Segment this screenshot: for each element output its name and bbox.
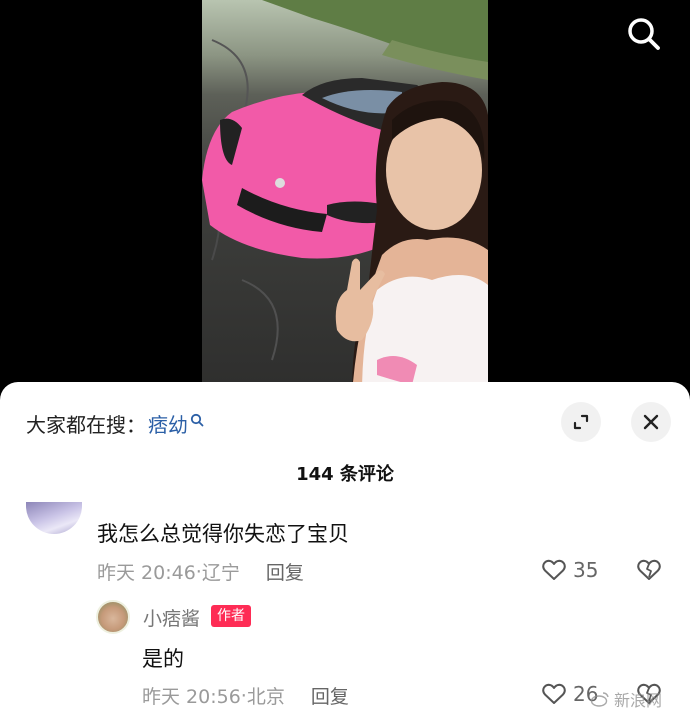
heart-icon [542, 683, 566, 704]
watermark: 新浪网 [590, 687, 662, 711]
comment-text[interactable]: 我怎么总觉得你失恋了宝贝 [97, 518, 349, 548]
expand-button[interactable] [561, 402, 601, 442]
comment-sheet: 大家都在搜： 痞幼 144 条评论 我怎么总觉得你失恋了宝贝 昨天 20:46 … [0, 382, 690, 722]
weibo-logo-icon [590, 692, 609, 707]
suggested-search[interactable]: 大家都在搜： 痞幼 [26, 409, 204, 438]
broken-heart-icon [637, 559, 661, 580]
reply-button[interactable]: 回复 [266, 558, 304, 585]
suggested-search-prefix: 大家都在搜： [26, 413, 146, 437]
reply-button[interactable]: 回复 [311, 682, 349, 709]
reply-username[interactable]: 小痞酱 [143, 604, 200, 631]
commenter-avatar[interactable] [26, 502, 82, 534]
author-badge: 作者 [211, 605, 251, 627]
mini-search-icon [190, 413, 204, 426]
comment-time: 昨天 20:46 [97, 562, 196, 584]
expand-icon [573, 414, 589, 430]
video-area[interactable] [0, 0, 690, 395]
dislike-button[interactable] [636, 558, 662, 586]
comment-location: 辽宁 [201, 562, 240, 584]
comment-count: 144 条评论 [296, 464, 394, 485]
comment-meta: 昨天 20:46 · 辽宁 回复 [97, 558, 304, 585]
heart-icon [542, 559, 566, 580]
search-button[interactable] [620, 12, 668, 56]
reply-text[interactable]: 是的 [142, 643, 184, 673]
video-frame[interactable] [202, 0, 488, 395]
like-count: 35 [573, 558, 599, 582]
reply-meta: 昨天 20:56 · 北京 回复 [142, 682, 349, 709]
watermark-text: 新浪网 [614, 691, 663, 710]
close-icon [643, 414, 659, 430]
like-button[interactable]: 35 [541, 558, 598, 582]
reply-location: 北京 [246, 686, 285, 708]
video-still-image [202, 0, 488, 395]
reply-time: 昨天 20:56 [142, 686, 241, 708]
author-avatar[interactable] [96, 600, 130, 634]
close-button[interactable] [631, 402, 671, 442]
search-icon [628, 18, 660, 50]
suggested-search-keyword[interactable]: 痞幼 [148, 409, 188, 438]
